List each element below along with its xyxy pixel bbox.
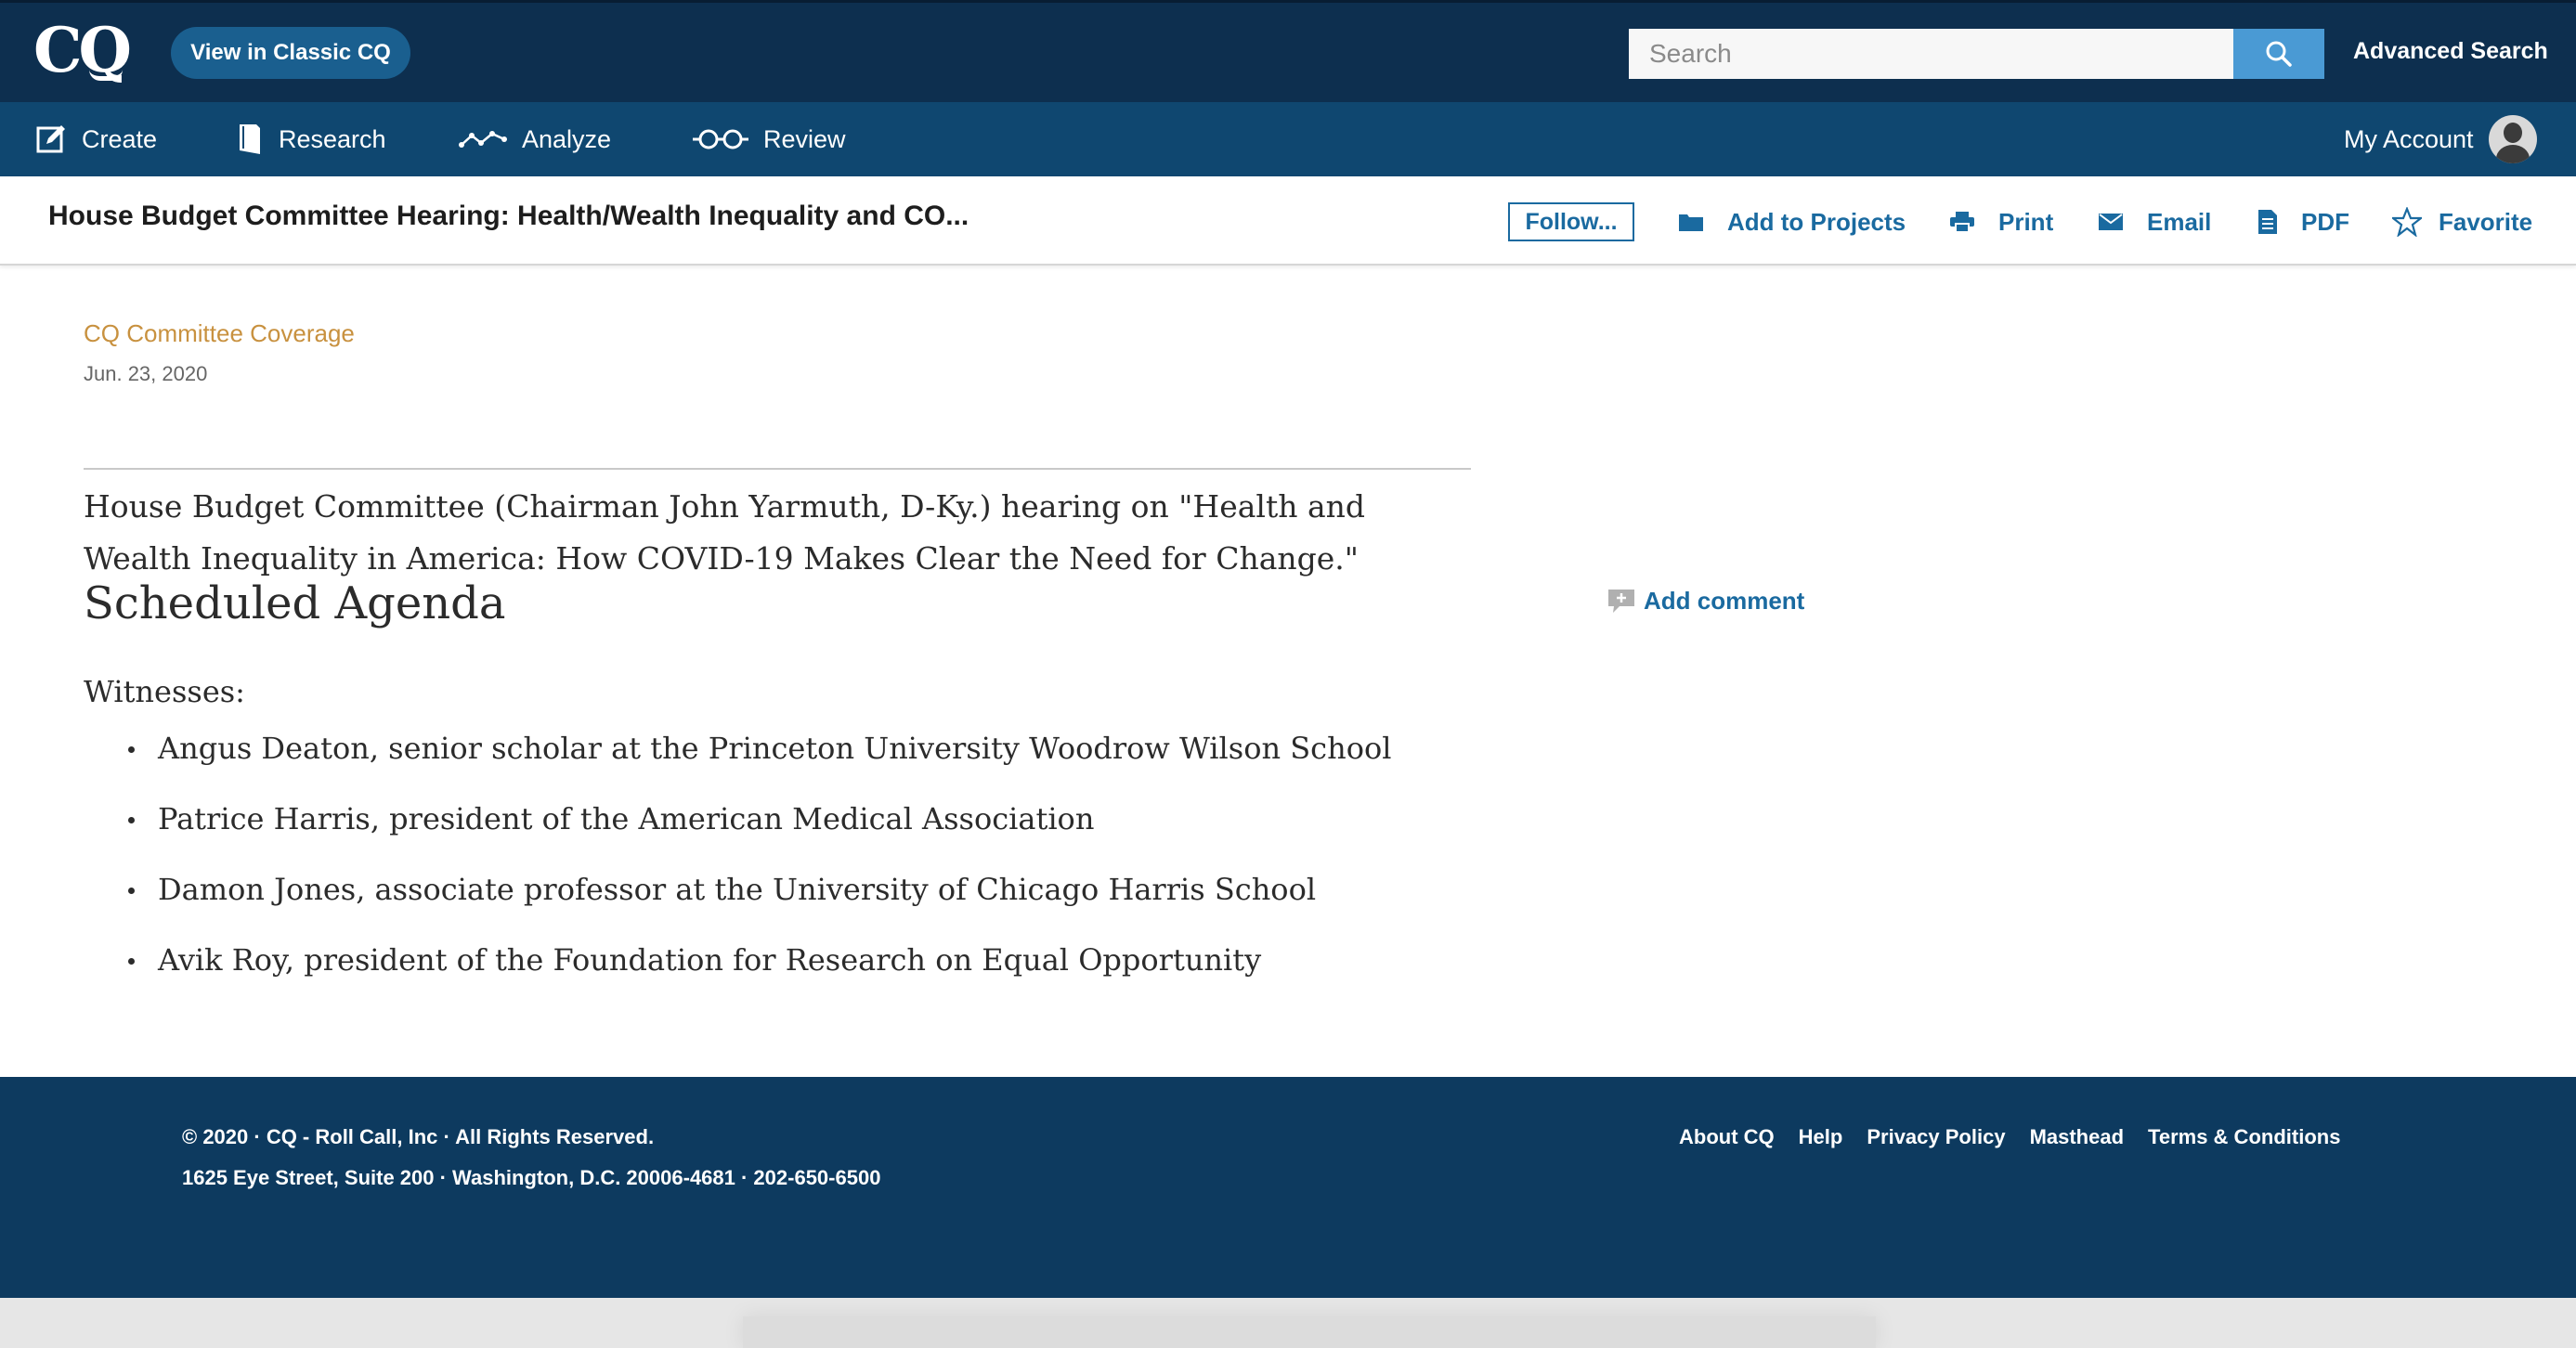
search-icon xyxy=(2266,41,2292,67)
footer-link-privacy[interactable]: Privacy Policy xyxy=(1867,1125,2005,1149)
search-input[interactable] xyxy=(1629,29,2233,79)
print-button[interactable]: Print xyxy=(1950,202,2053,241)
divider xyxy=(84,468,1471,470)
printer-icon xyxy=(1950,212,1974,232)
footer-link-terms[interactable]: Terms & Conditions xyxy=(2148,1125,2340,1149)
nav-item-research[interactable]: Research xyxy=(236,102,386,176)
folder-icon xyxy=(1679,214,1703,231)
nav-label: Research xyxy=(279,124,386,153)
star-icon xyxy=(2392,207,2422,237)
copyright-text: © 2020 · CQ - Roll Call, Inc · All Right… xyxy=(182,1125,655,1148)
top-header: CQ View in Classic CQ Advanced Search xyxy=(0,0,2576,102)
list-item: Patrice Harris, president of the America… xyxy=(128,795,1391,865)
action-label: Email xyxy=(2147,207,2212,236)
search-button[interactable] xyxy=(2233,29,2324,79)
agenda-heading: Scheduled Agenda xyxy=(84,577,506,629)
favorite-button[interactable]: Favorite xyxy=(2392,202,2532,241)
page-bottom-shadow xyxy=(743,1316,1876,1348)
document-title: House Budget Committee Hearing: Health/W… xyxy=(48,201,969,231)
action-label: Print xyxy=(1998,207,2054,236)
list-item: Angus Deaton, senior scholar at the Prin… xyxy=(128,724,1391,795)
comment-icon xyxy=(1608,589,1634,613)
glasses-icon xyxy=(693,129,748,149)
action-label: Add to Projects xyxy=(1727,207,1906,236)
address-text: 1625 Eye Street, Suite 200 · Washington,… xyxy=(182,1166,881,1189)
footer-links: About CQ Help Privacy Policy Masthead Te… xyxy=(1679,1125,2364,1149)
advanced-search-link[interactable]: Advanced Search xyxy=(2353,38,2548,65)
my-account-label: My Account xyxy=(2344,124,2474,153)
document-icon xyxy=(2258,210,2277,234)
footer-link-about[interactable]: About CQ xyxy=(1679,1125,1775,1149)
nav-label: Review xyxy=(763,124,846,153)
list-item: Damon Jones, associate professor at the … xyxy=(128,865,1391,936)
witnesses-label: Witnesses: xyxy=(84,674,245,709)
action-label: Favorite xyxy=(2439,207,2533,236)
book-icon xyxy=(240,124,260,154)
nav-label: Create xyxy=(82,124,158,153)
envelope-icon xyxy=(2099,214,2123,230)
main-nav: Create Research Analyze Review My Accoun… xyxy=(0,102,2576,176)
list-item: Avik Roy, president of the Foundation fo… xyxy=(128,936,1391,1006)
nav-label: Analyze xyxy=(522,124,612,153)
article-summary: House Budget Committee (Chairman John Ya… xyxy=(84,488,1366,577)
page-footer: © 2020 · CQ - Roll Call, Inc · All Right… xyxy=(0,1077,2576,1298)
source-label[interactable]: CQ Committee Coverage xyxy=(84,319,355,348)
witness-list: Angus Deaton, senior scholar at the Prin… xyxy=(128,724,1391,1006)
pdf-button[interactable]: PDF xyxy=(2258,202,2349,241)
avatar[interactable] xyxy=(2488,115,2537,163)
follow-button[interactable]: Follow... xyxy=(1508,202,1634,241)
nav-item-review[interactable]: Review xyxy=(693,102,846,176)
edit-icon xyxy=(36,125,65,153)
view-classic-button[interactable]: View in Classic CQ xyxy=(171,27,410,79)
email-button[interactable]: Email xyxy=(2099,202,2211,241)
footer-link-help[interactable]: Help xyxy=(1799,1125,1843,1149)
add-to-projects-button[interactable]: Add to Projects xyxy=(1679,202,1906,241)
nav-item-create[interactable]: Create xyxy=(35,102,157,176)
publish-date: Jun. 23, 2020 xyxy=(84,362,208,385)
nav-item-analyze[interactable]: Analyze xyxy=(459,102,611,176)
action-label: PDF xyxy=(2301,207,2349,236)
document-toolbar: House Budget Committee Hearing: Health/W… xyxy=(0,176,2576,266)
my-account-menu[interactable]: My Account xyxy=(2344,102,2537,176)
footer-link-masthead[interactable]: Masthead xyxy=(2030,1125,2124,1149)
line-chart-icon xyxy=(459,131,507,148)
add-comment-label: Add comment xyxy=(1644,587,1805,615)
add-comment-button[interactable]: Add comment xyxy=(1608,587,1804,616)
